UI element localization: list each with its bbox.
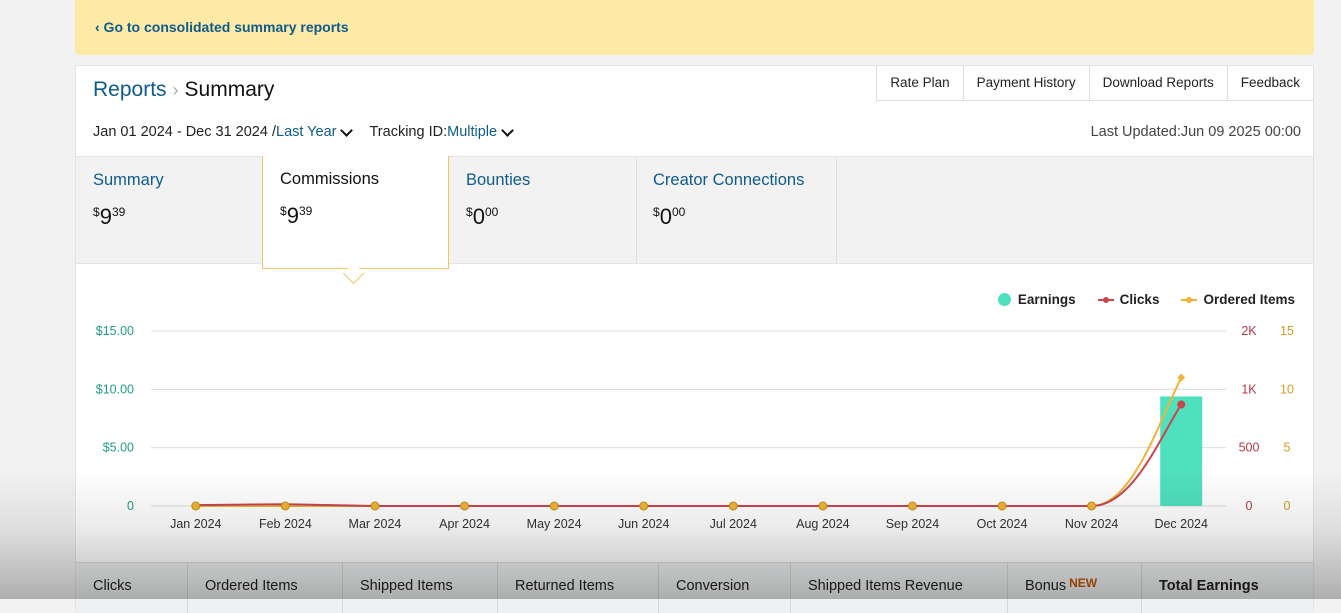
clicks-line [195, 403, 1183, 507]
earnings-bar [1160, 396, 1203, 506]
col-returned-items[interactable]: Returned Items [498, 563, 659, 613]
x-tick-label: Jul 2024 [710, 517, 757, 531]
consolidated-summary-link[interactable]: ‹ Go to consolidated summary reports [95, 19, 349, 35]
y-left-tick-label: 0 [127, 499, 134, 513]
x-tick-label: Aug 2024 [796, 517, 850, 531]
x-tick-label: Nov 2024 [1065, 517, 1119, 531]
table-header: Clicks Ordered Items Shipped Items Retur… [76, 562, 1313, 613]
y-ordered-tick-label: 10 [1280, 382, 1294, 396]
col-bonus[interactable]: Bonus NEW [1008, 563, 1142, 613]
ordered-items-point [280, 501, 290, 511]
x-tick-label: Oct 2024 [977, 517, 1028, 531]
x-tick-label: Mar 2024 [349, 517, 402, 531]
x-tick-label: May 2024 [527, 517, 582, 531]
ordered-items-point [997, 501, 1007, 511]
y-clicks-tick-label: 1K [1241, 382, 1257, 396]
clicks-point [1177, 400, 1186, 409]
ordered-items-line [195, 377, 1183, 507]
ordered-items-point [370, 501, 380, 511]
x-tick-label: Jun 2024 [618, 517, 669, 531]
ordered-items-point [907, 501, 917, 511]
y-clicks-tick-label: 0 [1246, 499, 1253, 513]
col-total-earnings[interactable]: Total Earnings [1142, 563, 1313, 613]
ordered-items-point [1087, 501, 1097, 511]
consolidated-banner: ‹ Go to consolidated summary reports [75, 0, 1314, 55]
ordered-items-point [1177, 373, 1186, 382]
col-shipped-items-revenue[interactable]: Shipped Items Revenue [791, 563, 1008, 613]
reports-card: Reports › Summary Rate Plan Payment Histor… [75, 65, 1314, 613]
ordered-items-point [818, 501, 828, 511]
col-shipped-items[interactable]: Shipped Items [343, 563, 498, 613]
y-ordered-tick-label: 5 [1284, 441, 1291, 455]
x-tick-label: Dec 2024 [1154, 517, 1208, 531]
new-badge: NEW [1069, 576, 1098, 590]
ordered-items-point [460, 501, 470, 511]
col-conversion[interactable]: Conversion [659, 563, 791, 613]
y-left-tick-label: $10.00 [96, 382, 134, 396]
col-ordered-items[interactable]: Ordered Items [188, 563, 343, 613]
x-tick-label: Sep 2024 [886, 517, 940, 531]
x-tick-label: Feb 2024 [259, 517, 312, 531]
y-ordered-tick-label: 0 [1284, 499, 1291, 513]
ordered-items-point [639, 501, 649, 511]
y-clicks-tick-label: 500 [1239, 441, 1260, 455]
y-left-tick-label: $15.00 [96, 324, 134, 338]
x-tick-label: Apr 2024 [439, 517, 490, 531]
y-clicks-tick-label: 2K [1241, 324, 1257, 338]
ordered-items-point [728, 501, 738, 511]
y-left-tick-label: $5.00 [103, 441, 134, 455]
ordered-items-point [191, 501, 201, 511]
y-ordered-tick-label: 15 [1280, 324, 1294, 338]
earnings-chart: $15.00 2K 15$10.00 1K 10$5.00 500 50 0 0Jan 2024… [96, 324, 1294, 531]
ordered-items-point [549, 501, 559, 511]
x-tick-label: Jan 2024 [170, 517, 221, 531]
col-clicks[interactable]: Clicks [76, 563, 188, 613]
